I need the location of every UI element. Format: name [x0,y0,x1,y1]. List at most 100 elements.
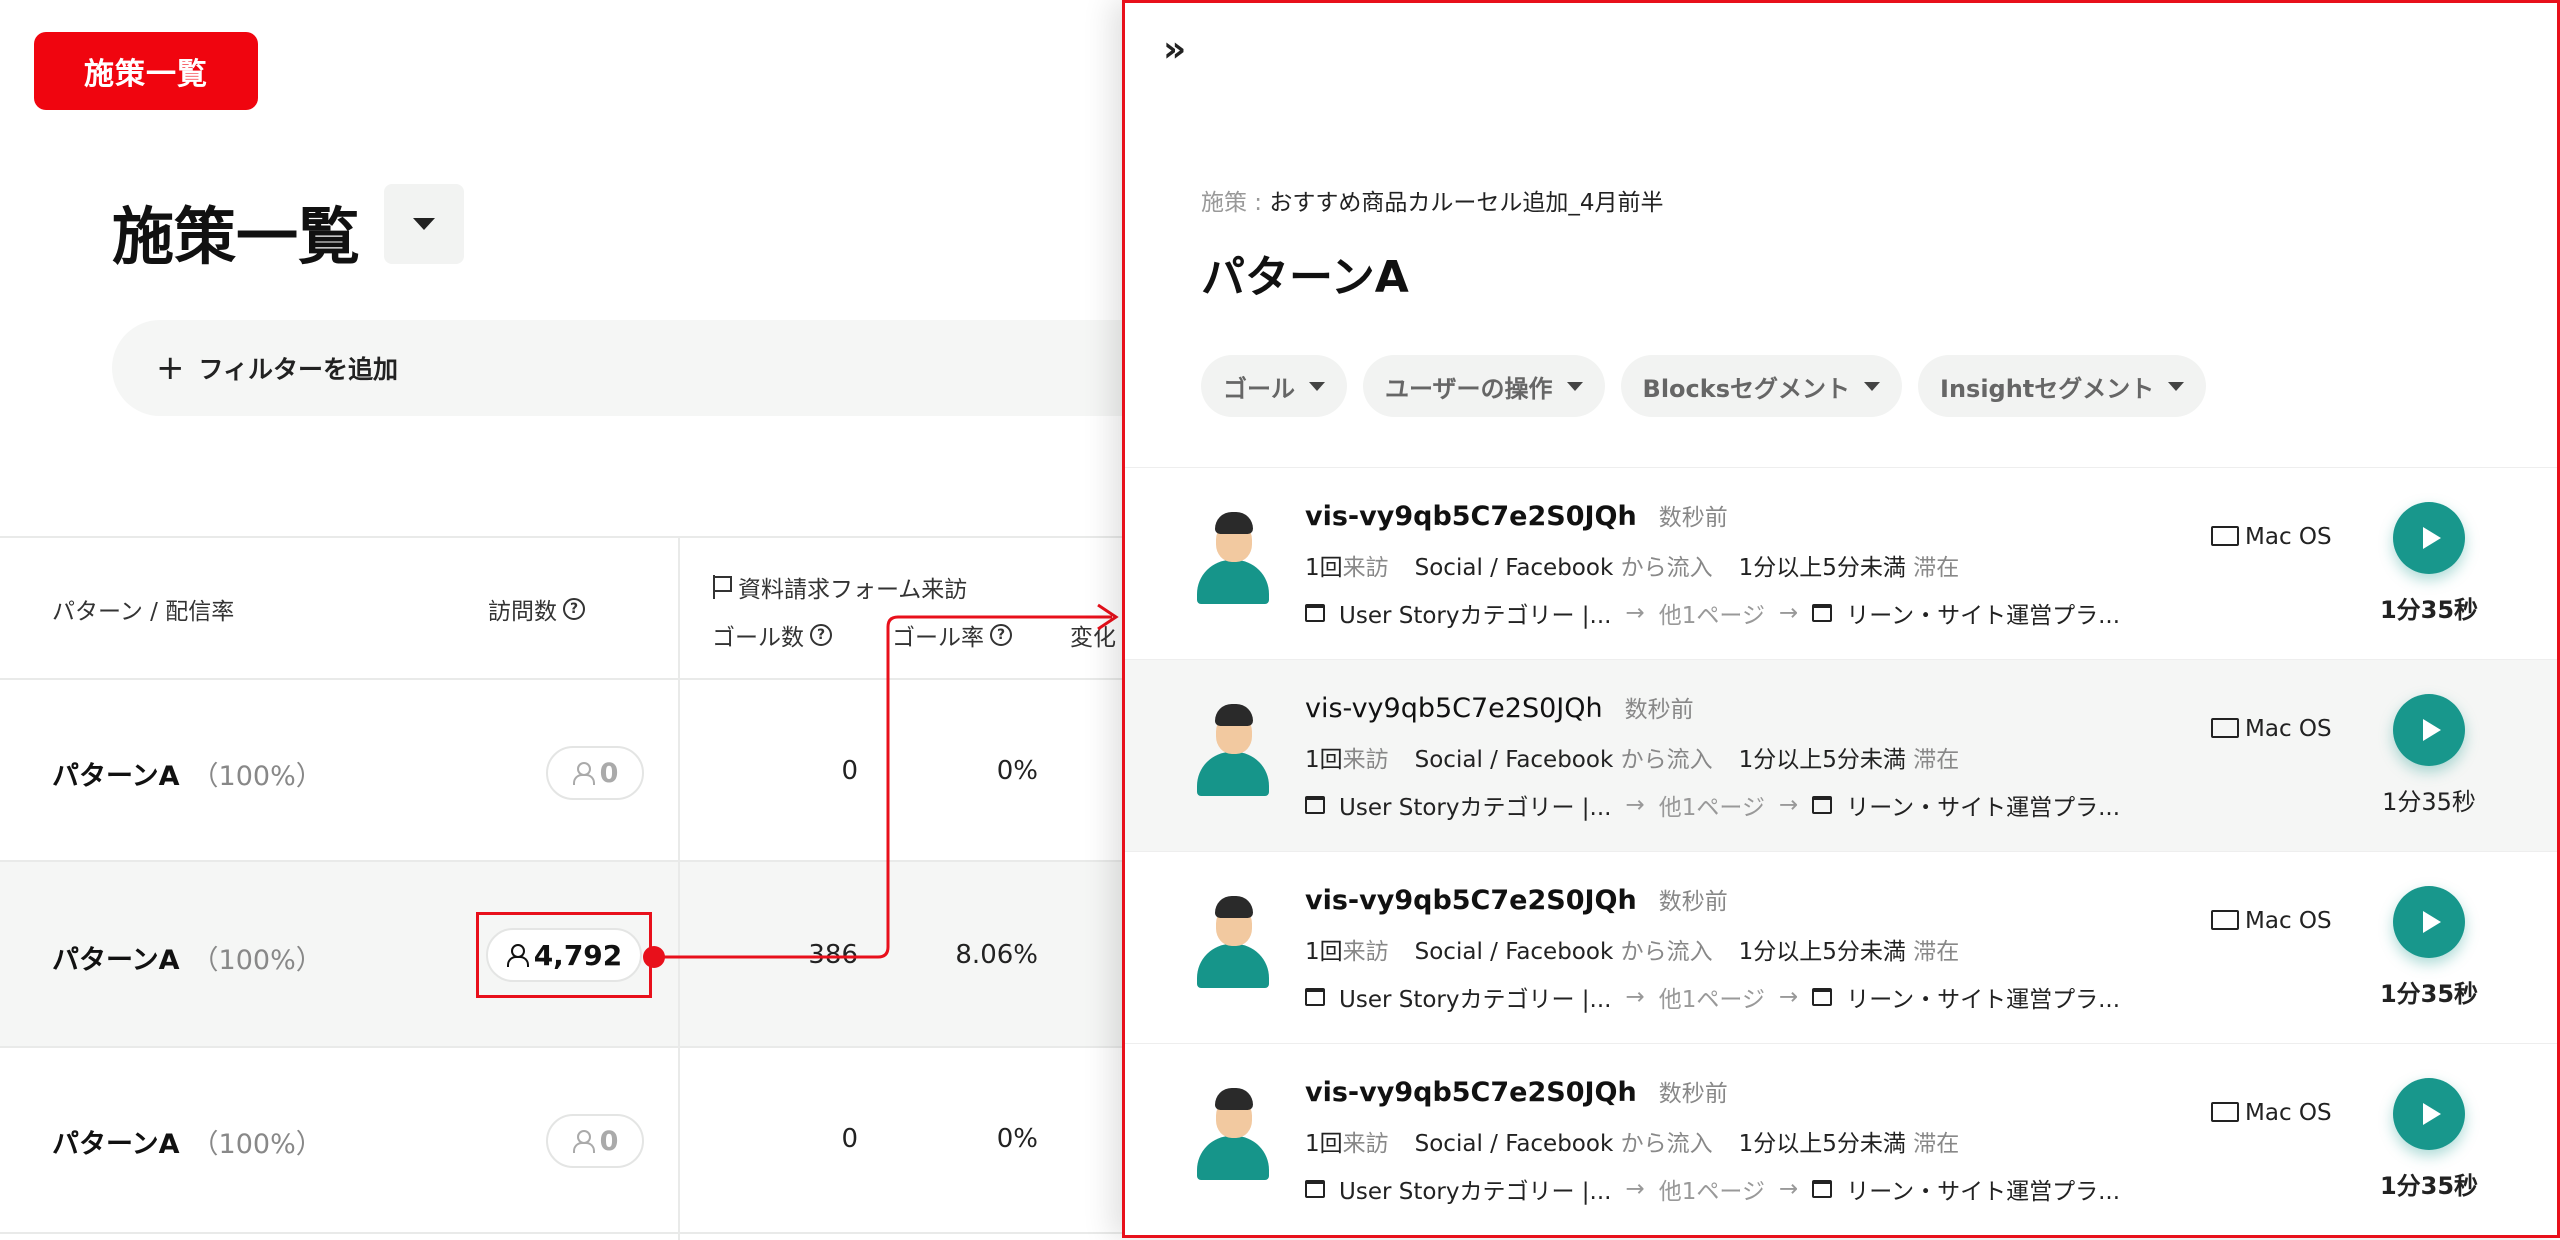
table-row-divider [0,1046,1140,1048]
chip-label: ユーザーの操作 [1385,374,1553,403]
visitor-row[interactable]: vis-vy9qb5C7e2S0JQh 数秒前 1回来訪 Social / Fac… [1125,659,2557,851]
page-to: リーン・サイト運営プラ... [1846,603,2121,629]
caret-down-icon [2168,381,2185,391]
page-path: User Storyカテゴリー |... → 他1ページ → リーン・サイト運営プ… [1305,1172,2120,1206]
window-icon [1305,604,1325,622]
traffic-source-suffix: から流入 [1620,1131,1713,1157]
visitor-time: 数秒前 [1624,697,1694,723]
chip-user-action[interactable]: ユーザーの操作 [1363,355,1605,417]
visitor-row[interactable]: vis-vy9qb5C7e2S0JQh 数秒前 1回来訪 Social / Fac… [1125,1043,2557,1235]
visitor-id-line: vis-vy9qb5C7e2S0JQh 数秒前 [1305,882,1728,916]
os-name: Mac OS [2245,908,2332,934]
visitor-meta: 1回来訪 Social / Facebook から流入 1分以上5分未満 滞在 [1305,740,1959,774]
play-button[interactable] [2393,502,2465,574]
page-middle: 他1ページ [1658,795,1765,821]
visitor-row[interactable]: vis-vy9qb5C7e2S0JQh 数秒前 1回来訪 Social / Fac… [1125,851,2557,1043]
panel-title: パターンA [1201,252,1409,303]
page-middle: 他1ページ [1658,603,1765,629]
visits-value: 0 [599,1125,619,1157]
visit-count-group: 1回来訪 [1305,1124,1389,1158]
arrow-right-icon: → [1625,984,1645,1010]
visitor-time: 数秒前 [1658,505,1728,531]
arrow-right-icon: → [1625,792,1645,818]
avatar [1197,704,1269,800]
stay-group: 1分以上5分未満 滞在 [1739,1124,1960,1158]
monitor-icon [2211,718,2239,740]
page-path: User Storyカテゴリー |... → 他1ページ → リーン・サイト運営プ… [1305,980,2120,1014]
visits-pill[interactable]: 0 [546,1114,644,1168]
table-row-pattern[interactable]: パターンA （100%） [52,1122,323,1161]
window-icon [1812,988,1833,1006]
source-group: Social / Facebook から流入 [1415,548,1713,582]
avatar [1197,896,1269,992]
traffic-source: Social / Facebook [1414,747,1614,773]
page-path: User Storyカテゴリー |... → 他1ページ → リーン・サイト運営プ… [1305,596,2120,630]
page-middle: 他1ページ [1658,1179,1765,1205]
visit-count-suffix: 来訪 [1342,747,1389,773]
goal-rate: 0% [996,1124,1038,1154]
stay-suffix: 滞在 [1913,555,1960,581]
visit-count-suffix: 来訪 [1342,1131,1389,1157]
measure-value: おすすめ商品カルーセル追加_4月前半 [1269,190,1664,216]
session-duration: 1分35秒 [2379,980,2479,1008]
stay-duration: 1分以上5分未満 [1738,555,1906,581]
caret-down-icon [1864,381,1881,391]
visit-count-group: 1回来訪 [1305,548,1389,582]
monitor-icon [2211,1102,2239,1124]
visitor-row[interactable]: vis-vy9qb5C7e2S0JQh 数秒前 1回来訪 Social / Fac… [1125,467,2557,659]
visitor-detail-panel: » 施策 : おすすめ商品カルーセル追加_4月前半 パターンA ゴール ユーザー… [1122,0,2560,1238]
chip-goal[interactable]: ゴール [1201,355,1347,417]
visit-count-suffix: 来訪 [1342,939,1389,965]
traffic-source: Social / Facebook [1414,1131,1614,1157]
arrow-right-icon: → [1625,600,1645,626]
play-button[interactable] [2393,886,2465,958]
stay-duration: 1分以上5分未満 [1738,1131,1906,1157]
caret-down-icon [1566,381,1583,391]
page-from: User Storyカテゴリー |... [1339,1179,1612,1205]
chip-blocks-segment[interactable]: Blocksセグメント [1620,355,1903,417]
page-from: User Storyカテゴリー |... [1339,603,1612,629]
traffic-source-suffix: から流入 [1620,939,1713,965]
annotation-connector-arrow [654,603,1119,959]
visit-count: 1回 [1305,939,1343,965]
chip-insight-segment[interactable]: Insightセグメント [1918,355,2207,417]
visitor-id: vis-vy9qb5C7e2S0JQh [1305,501,1637,532]
person-icon [572,1130,595,1153]
monitor-icon [2211,910,2239,932]
session-duration: 1分35秒 [2379,1172,2479,1200]
visitor-id-line: vis-vy9qb5C7e2S0JQh 数秒前 [1305,1074,1728,1108]
visitor-time: 数秒前 [1658,889,1728,915]
visitor-id: vis-vy9qb5C7e2S0JQh [1305,693,1603,724]
os-name: Mac OS [2245,524,2332,550]
stay-duration: 1分以上5分未満 [1738,747,1906,773]
visitor-id-line: vis-vy9qb5C7e2S0JQh 数秒前 [1305,498,1728,532]
play-button[interactable] [2393,1078,2465,1150]
visit-count: 1回 [1305,555,1343,581]
avatar [1197,1088,1269,1184]
stay-group: 1分以上5分未満 滞在 [1739,548,1960,582]
visit-count: 1回 [1305,1131,1343,1157]
visit-count-group: 1回来訪 [1305,932,1389,966]
visitor-time: 数秒前 [1658,1081,1728,1107]
page-from: User Storyカテゴリー |... [1339,987,1612,1013]
window-icon [1812,796,1833,814]
goal-count: 0 [841,1124,858,1154]
page-to: リーン・サイト運営プラ... [1846,987,2121,1013]
session-duration: 1分35秒 [2379,596,2479,624]
arrow-right-icon: → [1778,984,1799,1010]
os-name: Mac OS [2245,716,2332,742]
stay-suffix: 滞在 [1913,1131,1960,1157]
caret-down-icon [1309,381,1325,391]
window-icon [1305,1180,1325,1198]
os-name: Mac OS [2245,1100,2332,1126]
page-middle: 他1ページ [1658,987,1765,1013]
source-group: Social / Facebook から流入 [1415,740,1713,774]
visit-count: 1回 [1305,747,1343,773]
traffic-source: Social / Facebook [1414,555,1614,581]
traffic-source: Social / Facebook [1414,939,1614,965]
stay-suffix: 滞在 [1913,747,1960,773]
collapse-double-chevron-icon[interactable]: » [1163,29,1186,70]
play-button[interactable] [2393,694,2465,766]
page-to: リーン・サイト運営プラ... [1846,795,2121,821]
traffic-source-suffix: から流入 [1620,747,1713,773]
